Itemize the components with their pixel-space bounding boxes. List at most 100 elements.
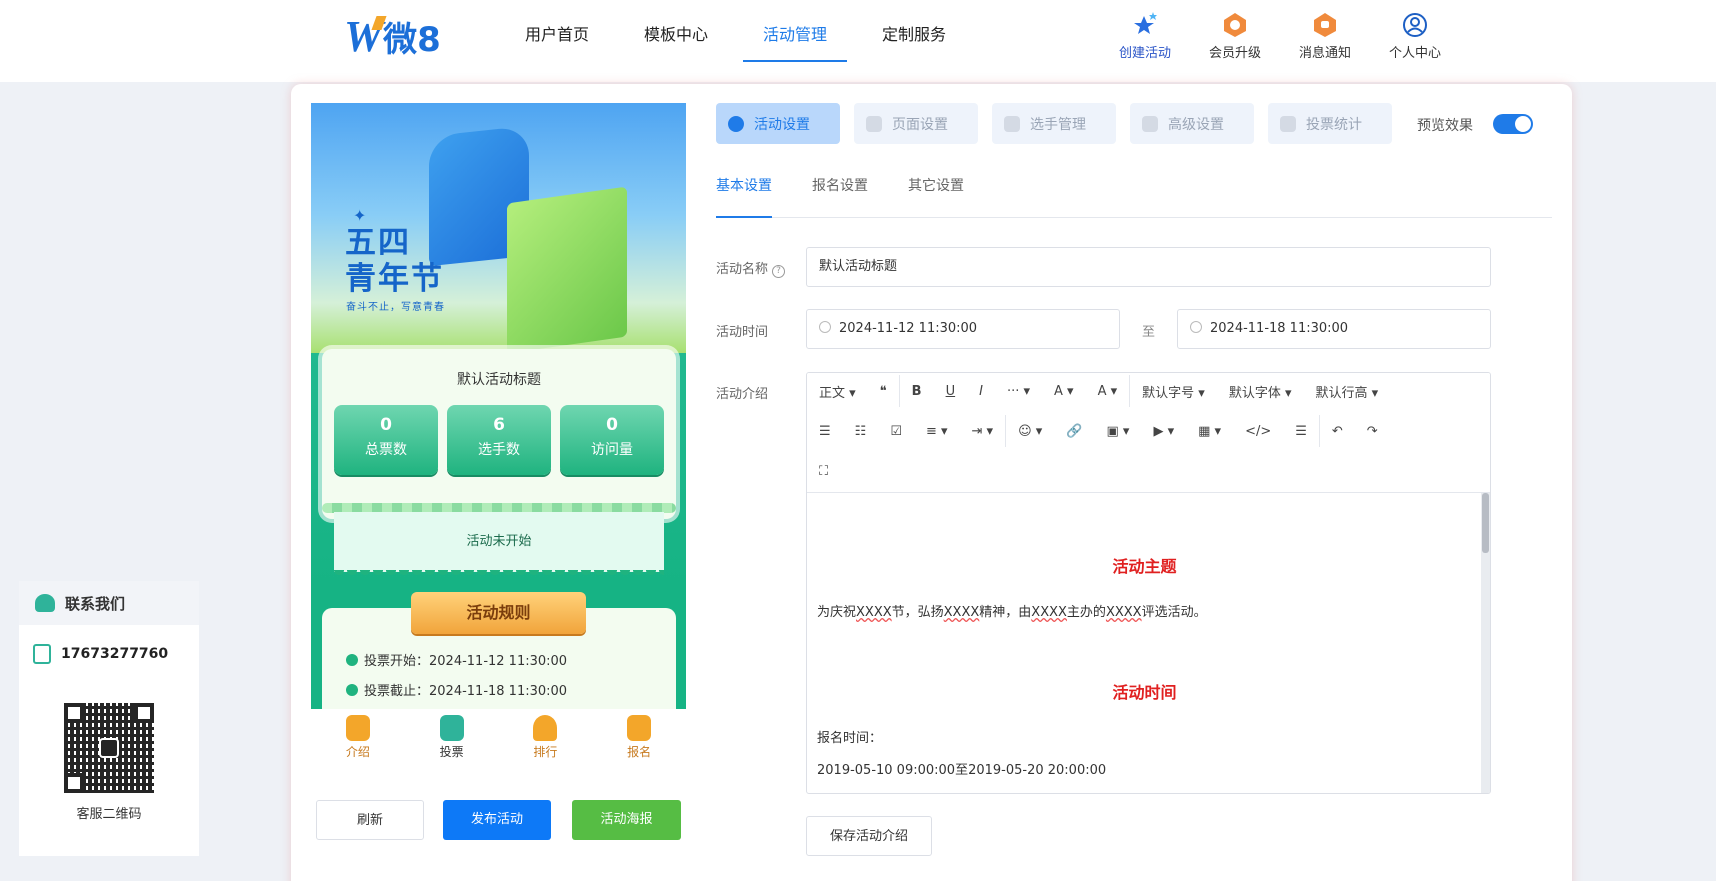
header-tools: 创建活动 会员升级 消息通知 个人中心 [1100, 10, 1460, 61]
tab-signup-label: 报名 [627, 745, 652, 759]
sparkle-icon: ✦ [353, 206, 367, 225]
toolbar-row-1: 正文 ▾ ❝ B U I ··· ▾ A ▾ A ▾ 默认字号 ▾ 默认字体 ▾… [807, 373, 1390, 409]
fullscreen-button[interactable]: ⛶ [807, 464, 840, 479]
user-icon [1403, 13, 1427, 37]
subtab-basic[interactable]: 基本设置 [716, 178, 772, 218]
paragraph-format-button[interactable]: 正文 ▾ [807, 382, 868, 401]
publish-button[interactable]: 发布活动 [443, 800, 551, 840]
nav-templates[interactable]: 模板中心 [624, 0, 728, 62]
clock-icon [819, 321, 831, 333]
nav-custom-service[interactable]: 定制服务 [862, 0, 966, 62]
rule-start: 投票开始：2024-11-12 11:30:00 [346, 650, 567, 669]
editor-scrollbar[interactable] [1481, 493, 1490, 793]
contact-phone: 17673277760 [33, 644, 199, 664]
tab-signup[interactable]: 报名 [609, 709, 669, 765]
bullet-list-button[interactable]: ☰ [807, 424, 843, 439]
phone-preview: ✦ 五四 青年节 奋斗不止，写意青春 默认活动标题 0 总票数 6 选手数 0 … [311, 103, 686, 709]
logo[interactable]: W 微8 [344, 12, 441, 61]
redo-button[interactable]: ↷ [1355, 424, 1390, 439]
tab-vote-stats[interactable]: 投票统计 [1268, 103, 1392, 144]
hero-shape-green [507, 186, 627, 354]
font-size-select[interactable]: 默认字号 ▾ [1130, 382, 1217, 401]
tab-page-settings[interactable]: 页面设置 [854, 103, 978, 144]
align-button[interactable]: ≡ ▾ [914, 424, 960, 439]
save-intro-button[interactable]: 保存活动介绍 [806, 816, 932, 856]
subtab-signup[interactable]: 报名设置 [812, 178, 868, 218]
activity-time-label: 活动时间 [716, 325, 769, 340]
end-time-input[interactable]: 2024-11-18 11:30:00 [1177, 309, 1491, 349]
refresh-button[interactable]: 刷新 [316, 800, 424, 840]
rules-banner: 活动规则 [411, 592, 586, 634]
preview-label: 预览效果 [1417, 118, 1473, 134]
table-button[interactable]: ▦ ▾ [1186, 424, 1233, 439]
hero-subtitle: 奋斗不止，写意青春 [346, 302, 445, 313]
indent-button[interactable]: ⇥ ▾ [960, 424, 1006, 439]
hero-title: 五四 青年节 [345, 225, 444, 297]
preview-toggle[interactable] [1493, 114, 1533, 134]
contact-title: 联系我们 [65, 594, 126, 613]
code-button[interactable]: </> [1233, 424, 1283, 439]
content-signup-range: 2019-05-10 09:00:00至2019-05-20 20:00:00 [817, 763, 1107, 778]
font-color-button[interactable]: A ▾ [1042, 384, 1086, 399]
rule-end: 投票截止：2024-11-18 11:30:00 [346, 680, 567, 699]
content-signup-time: 报名时间： [817, 731, 883, 746]
underline-button[interactable]: U [934, 384, 968, 399]
editor-content[interactable]: 活动主题 为庆祝XXXX节，弘扬XXXX精神，由XXXX主办的XXXX评选活动。… [807, 493, 1482, 793]
notifications-label: 消息通知 [1298, 46, 1351, 61]
font-family-select[interactable]: 默认字体 ▾ [1217, 382, 1304, 401]
italic-button[interactable]: I [967, 384, 995, 399]
tab-intro[interactable]: 介绍 [328, 709, 388, 765]
contact-widget: 联系我们 17673277760 客服二维码 [19, 581, 199, 856]
logo-mark: W [344, 11, 383, 61]
content-heading-theme: 活动主题 [1112, 557, 1177, 576]
person-icon [1004, 115, 1020, 132]
editor-toolbar: 正文 ▾ ❝ B U I ··· ▾ A ▾ A ▾ 默认字号 ▾ 默认字体 ▾… [807, 373, 1490, 493]
create-activity-button[interactable]: 创建活动 [1100, 10, 1190, 61]
todo-button[interactable]: ☑ [878, 424, 914, 439]
divider-button[interactable]: ☰ [1283, 424, 1319, 439]
activity-name-input[interactable]: 默认活动标题 [806, 247, 1491, 287]
bold-button[interactable]: B [900, 384, 934, 399]
undo-button[interactable]: ↶ [1320, 424, 1355, 439]
link-button[interactable]: 🔗 [1054, 424, 1094, 439]
more-button[interactable]: ··· ▾ [995, 384, 1042, 399]
hero-title-line1: 五四 [345, 225, 411, 261]
image-button[interactable]: ▣ ▾ [1095, 424, 1142, 439]
video-button[interactable]: ▶ ▾ [1141, 424, 1186, 439]
text: XXXX [1031, 605, 1067, 620]
tab-contestant-manage[interactable]: 选手管理 [992, 103, 1116, 144]
stat-label: 选手数 [478, 442, 520, 458]
advanced-icon [1142, 115, 1158, 132]
personal-center-button[interactable]: 个人中心 [1370, 10, 1460, 61]
tab-vote[interactable]: 投票 [422, 709, 482, 765]
headset-icon [35, 594, 55, 612]
blockquote-button[interactable]: ❝ [868, 384, 899, 399]
member-upgrade-label: 会员升级 [1208, 46, 1261, 61]
stats-icon [1280, 115, 1296, 132]
bell-icon [1314, 13, 1336, 37]
subtab-other[interactable]: 其它设置 [908, 178, 964, 218]
tab-advanced-settings[interactable]: 高级设置 [1130, 103, 1254, 144]
numbered-list-button[interactable]: ☷ [843, 424, 879, 439]
text: 评选活动。 [1141, 605, 1207, 620]
phone-tabbar: 介绍 投票 排行 报名 [311, 709, 686, 765]
member-upgrade-button[interactable]: 会员升级 [1190, 10, 1280, 61]
nav-activity-manage[interactable]: 活动管理 [743, 0, 848, 62]
line-height-select[interactable]: 默认行高 ▾ [1303, 382, 1390, 401]
emoji-button[interactable]: ☺ ▾ [1006, 424, 1054, 439]
create-activity-label: 创建活动 [1118, 46, 1171, 61]
start-time-input[interactable]: 2024-11-12 11:30:00 [806, 309, 1120, 349]
tab-ranking[interactable]: 排行 [515, 709, 575, 765]
poster-button[interactable]: 活动海报 [572, 800, 681, 840]
nav-home[interactable]: 用户首页 [505, 0, 609, 62]
notifications-button[interactable]: 消息通知 [1280, 10, 1370, 61]
wechat-icon [99, 738, 119, 758]
tab-activity-settings[interactable]: 活动设置 [716, 103, 840, 144]
help-icon[interactable]: ? [772, 265, 786, 278]
bg-color-button[interactable]: A ▾ [1086, 384, 1130, 399]
tab-label: 高级设置 [1168, 116, 1224, 133]
tab-label: 投票统计 [1306, 116, 1362, 133]
stat-contestants: 6 选手数 [447, 405, 551, 475]
stars-icon [1134, 12, 1157, 34]
stat-value: 0 [606, 415, 618, 435]
